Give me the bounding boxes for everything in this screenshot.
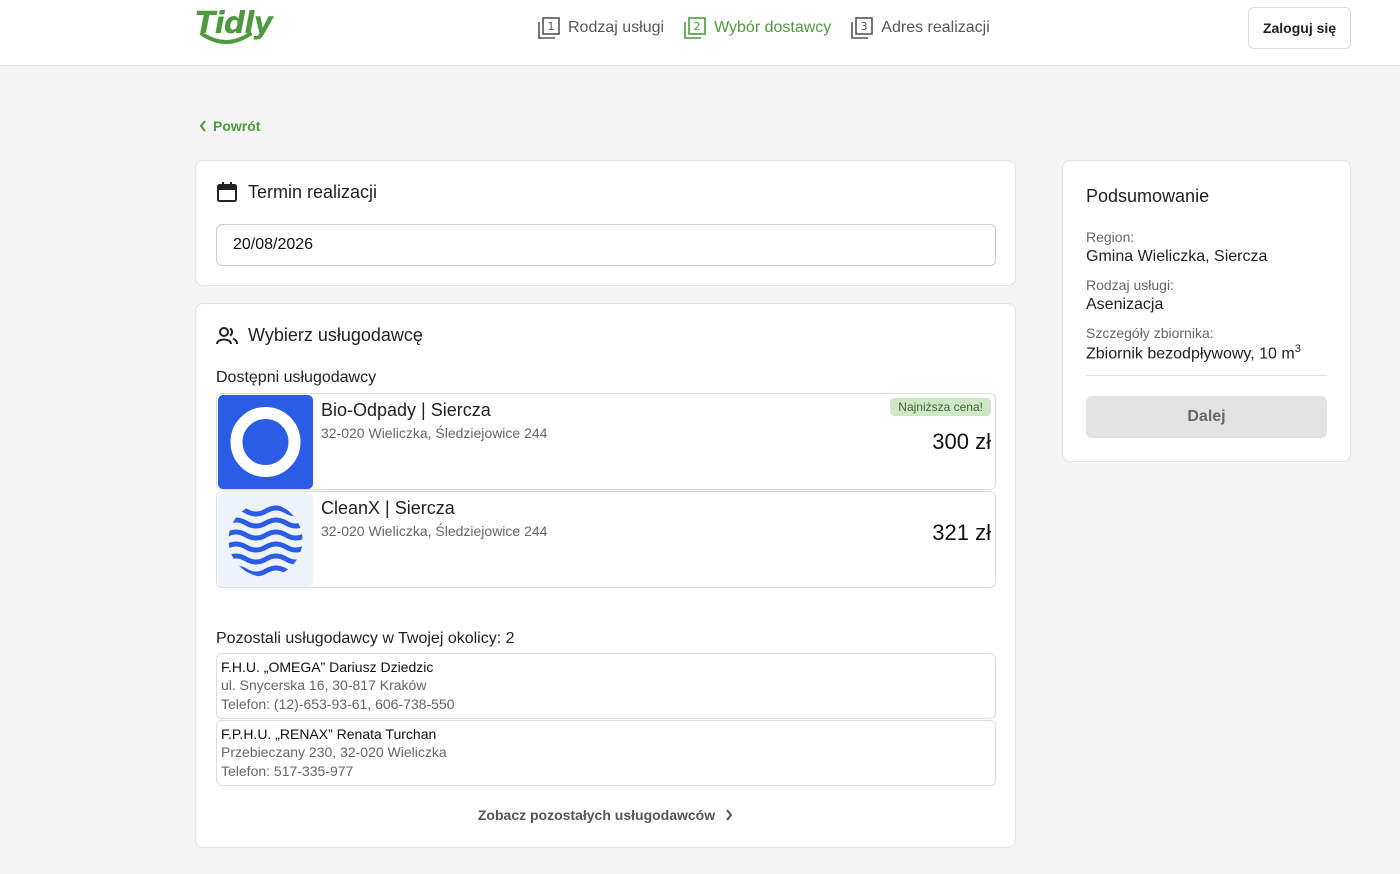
next-button[interactable]: Dalej xyxy=(1086,396,1327,438)
service-label: Rodzaj usługi: xyxy=(1086,277,1174,293)
logo-smile-icon xyxy=(200,32,252,44)
providers-card: Wybierz usługodawcę Dostępni usługodawcy… xyxy=(195,303,1016,848)
date-title: Termin realizacji xyxy=(248,181,378,202)
provider-name: Bio-Odpady | Siercza xyxy=(321,400,491,420)
other-provider-address: ul. Snycerska 16, 30-817 Kraków xyxy=(221,677,427,693)
see-more-link[interactable]: Zobacz pozostałych usługodawców xyxy=(196,807,1015,823)
provider-logo xyxy=(218,395,313,489)
available-label: Dostępni usługodawcy xyxy=(216,369,377,386)
calendar-icon xyxy=(217,182,237,202)
other-provider-address: Przebieczany 230, 32-020 Wieliczka xyxy=(221,744,447,760)
other-provider-omega[interactable]: F.H.U. „OMEGA” Dariusz Dziedzic ul. Snyc… xyxy=(216,653,996,719)
date-section-title: Termin realizacji xyxy=(216,181,377,203)
back-link[interactable]: Powrót xyxy=(199,118,260,134)
providers-title: Wybierz usługodawcę xyxy=(248,325,423,345)
step-label: Rodzaj usługi xyxy=(568,19,665,36)
see-more-label: Zobacz pozostałych usługodawców xyxy=(477,807,716,823)
step-label: Adres realizacji xyxy=(881,19,990,36)
tank-value-text: Zbiornik bezodpływowy, 10 m xyxy=(1086,345,1295,363)
summary-title: Podsumowanie xyxy=(1086,186,1210,206)
provider-address: 32-020 Wieliczka, Śledziejowice 244 xyxy=(321,425,548,441)
region-value: Gmina Wieliczka, Siercza xyxy=(1086,248,1268,265)
tank-unit-exponent: 3 xyxy=(1294,343,1301,355)
top-bar: Tidly 1 Rodzaj usługi 2 Wybór dostawcy 3… xyxy=(0,0,1400,66)
back-label: Powrót xyxy=(213,118,261,134)
provider-card-bio-odpady[interactable]: Bio-Odpady | Siercza 32-020 Wieliczka, Ś… xyxy=(216,393,996,490)
step-1-icon: 1 xyxy=(538,17,560,39)
step-label: Wybór dostawcy xyxy=(714,19,832,36)
step-service-type[interactable]: 1 Rodzaj usługi xyxy=(538,16,664,40)
other-provider-phone: Telefon: (12)-653-93-61, 606-738-550 xyxy=(221,696,455,712)
chevron-right-icon xyxy=(726,809,733,821)
provider-logo xyxy=(218,493,313,587)
chevron-left-icon xyxy=(199,120,206,132)
provider-price: 300 zł xyxy=(932,429,991,454)
provider-address: 32-020 Wieliczka, Śledziejowice 244 xyxy=(321,523,548,539)
date-card: Termin realizacji 20/08/2026 xyxy=(195,160,1016,286)
other-provider-name: F.H.U. „OMEGA” Dariusz Dziedzic xyxy=(221,659,434,675)
provider-price: 321 zł xyxy=(932,520,991,545)
step-address[interactable]: 3 Adres realizacji xyxy=(851,16,990,40)
svg-text:3: 3 xyxy=(861,20,868,33)
date-field[interactable]: 20/08/2026 xyxy=(216,224,996,266)
checkout-steps: 1 Rodzaj usługi 2 Wybór dostawcy 3 Adres… xyxy=(538,16,990,40)
tank-label: Szczegóły zbiornika: xyxy=(1086,325,1214,341)
others-label: Pozostali usługodawcy w Twojej okolicy: … xyxy=(216,630,515,647)
tank-value: Zbiornik bezodpływowy, 10 m3 xyxy=(1086,343,1301,363)
provider-name: CleanX | Siercza xyxy=(321,498,455,518)
login-button[interactable]: Zaloguj się xyxy=(1248,7,1351,49)
region-label: Region: xyxy=(1086,229,1135,245)
svg-text:2: 2 xyxy=(694,20,701,33)
step-3-icon: 3 xyxy=(851,17,874,39)
other-provider-phone: Telefon: 517-335-977 xyxy=(221,763,354,779)
other-provider-name: F.P.H.U. „RENAX” Renata Turchan xyxy=(221,726,437,742)
providers-section-title: Wybierz usługodawcę xyxy=(216,325,423,346)
users-icon xyxy=(216,326,238,344)
svg-text:1: 1 xyxy=(548,20,555,33)
summary-card: Podsumowanie Region: Gmina Wieliczka, Si… xyxy=(1062,160,1351,462)
step-2-icon: 2 xyxy=(684,17,706,39)
step-provider-choice[interactable]: 2 Wybór dostawcy xyxy=(684,16,831,40)
other-provider-renax[interactable]: F.P.H.U. „RENAX” Renata Turchan Przebiec… xyxy=(216,720,996,786)
service-value: Asenizacja xyxy=(1086,296,1164,313)
lowest-price-badge: Najniższa cena! xyxy=(890,398,991,416)
summary-divider xyxy=(1086,375,1327,376)
provider-card-cleanx[interactable]: CleanX | Siercza 32-020 Wieliczka, Śledz… xyxy=(216,491,996,588)
